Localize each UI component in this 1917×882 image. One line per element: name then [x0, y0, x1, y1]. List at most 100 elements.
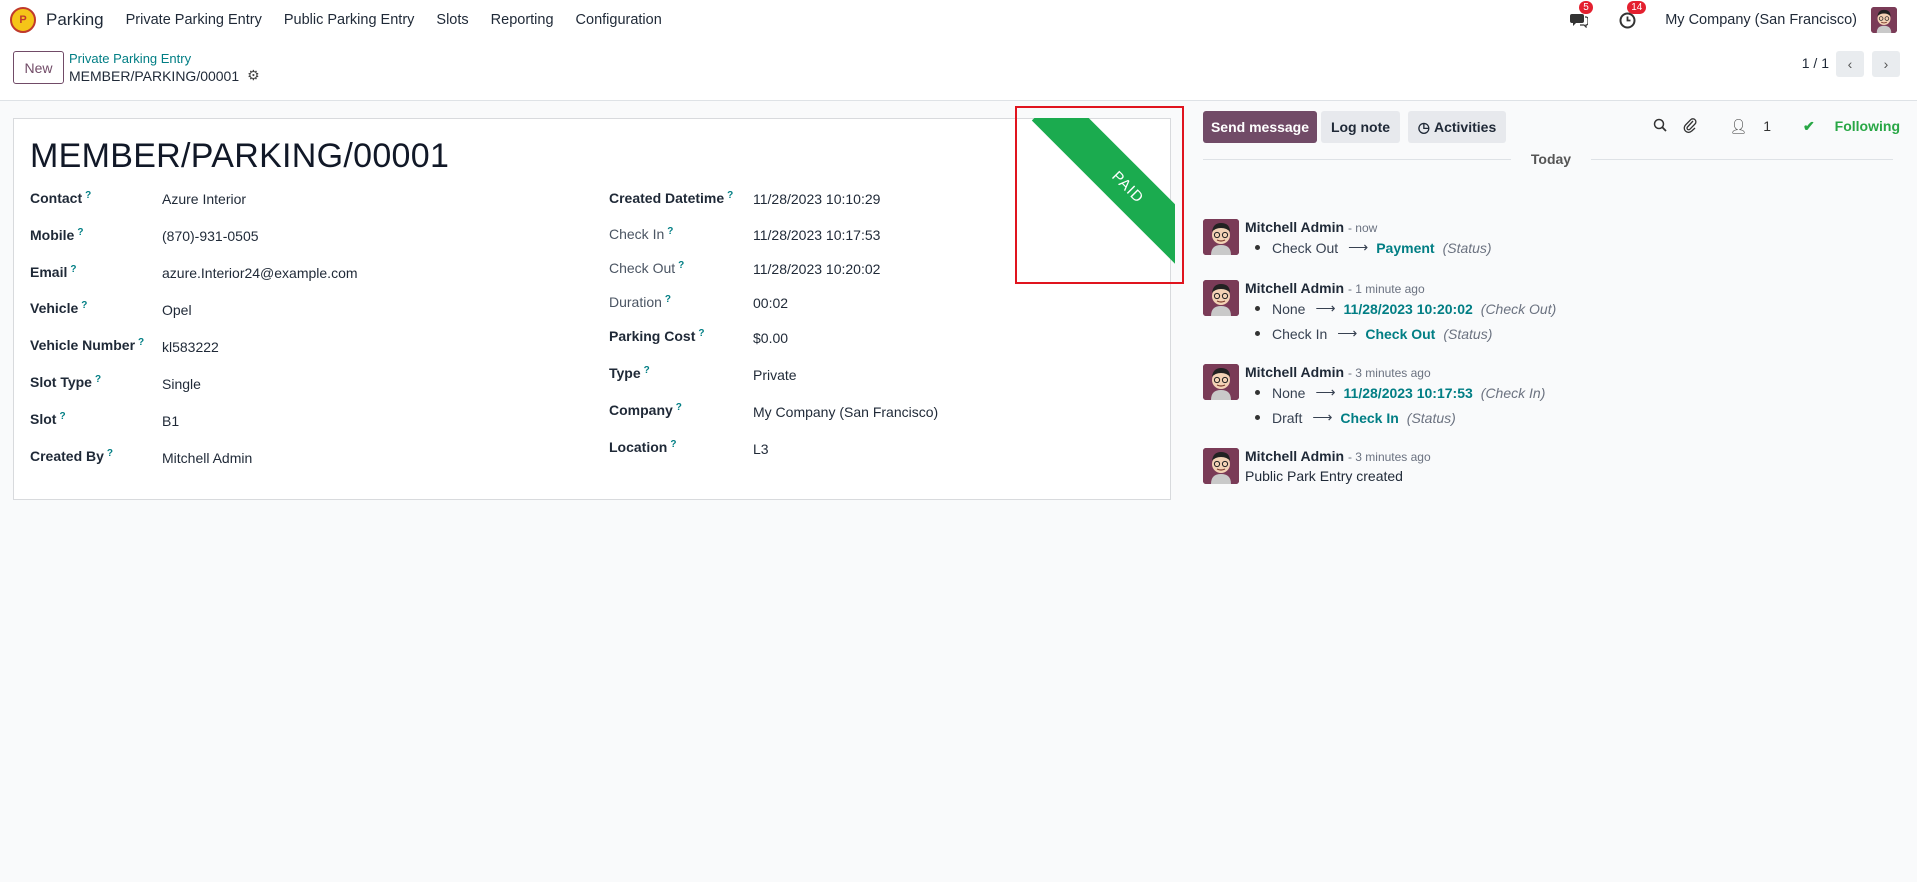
- label-contact-text: Contact: [30, 190, 83, 206]
- new-button[interactable]: New: [13, 51, 64, 84]
- label-slot-type-text: Slot Type: [30, 374, 92, 390]
- author-name[interactable]: Mitchell Admin: [1245, 219, 1344, 235]
- label-duration: Duration?: [609, 294, 671, 310]
- menu-configuration[interactable]: Configuration: [576, 12, 662, 28]
- contact-field[interactable]: Azure Interior: [162, 191, 246, 207]
- message-author: Mitchell Admin - 3 minutes ago: [1245, 364, 1431, 380]
- old-value: None: [1272, 300, 1306, 317]
- author-name[interactable]: Mitchell Admin: [1245, 280, 1344, 296]
- help-icon[interactable]: ?: [676, 402, 682, 413]
- menu-private-parking-entry[interactable]: Private Parking Entry: [126, 12, 262, 28]
- author-name[interactable]: Mitchell Admin: [1245, 364, 1344, 380]
- company-field[interactable]: My Company (San Francisco): [753, 404, 938, 420]
- parking-app-icon[interactable]: P: [10, 7, 36, 33]
- messages-badge: 5: [1579, 1, 1593, 14]
- location-field[interactable]: L3: [753, 441, 769, 457]
- label-check-in: Check In?: [609, 226, 673, 242]
- vehicle-field[interactable]: Opel: [162, 302, 192, 318]
- label-created-by-text: Created By: [30, 448, 104, 464]
- ribbon-clip: PAID: [1025, 118, 1175, 276]
- help-icon[interactable]: ?: [138, 337, 144, 348]
- label-email: Email?: [30, 264, 76, 280]
- help-icon[interactable]: ?: [95, 374, 101, 385]
- activities-label: Activities: [1433, 119, 1497, 135]
- label-created-by: Created By?: [30, 448, 113, 464]
- pager-previous-button[interactable]: ‹: [1836, 51, 1864, 77]
- label-vehicle-text: Vehicle: [30, 300, 79, 316]
- menu-public-parking-entry[interactable]: Public Parking Entry: [284, 12, 415, 28]
- company-switcher[interactable]: My Company (San Francisco): [1665, 12, 1857, 28]
- author-avatar[interactable]: [1203, 364, 1239, 400]
- slot-field[interactable]: B1: [162, 413, 179, 429]
- help-icon[interactable]: ?: [665, 294, 671, 305]
- arrow-right-icon: ⟶: [1312, 409, 1333, 425]
- old-value: Check Out: [1272, 239, 1339, 256]
- created-datetime-field[interactable]: 11/28/2023 10:10:29: [753, 191, 880, 207]
- menu-slots[interactable]: Slots: [436, 12, 468, 28]
- label-duration-text: Duration: [609, 294, 662, 310]
- mobile-field[interactable]: (870)-931-0505: [162, 228, 259, 244]
- vehicle-number-field[interactable]: kl583222: [162, 339, 219, 355]
- help-icon[interactable]: ?: [70, 264, 76, 275]
- today-separator: Today: [1203, 149, 1893, 169]
- parking-cost-field[interactable]: $0.00: [753, 330, 788, 346]
- help-icon[interactable]: ?: [59, 411, 65, 422]
- author-avatar[interactable]: [1203, 448, 1239, 484]
- new-value: 11/28/2023 10:17:53: [1343, 384, 1473, 401]
- label-check-out-text: Check Out: [609, 260, 676, 276]
- author-avatar[interactable]: [1203, 280, 1239, 316]
- following-label: Following: [1834, 118, 1900, 134]
- type-field[interactable]: Private: [753, 367, 797, 383]
- help-icon[interactable]: ?: [670, 439, 676, 450]
- user-avatar[interactable]: [1871, 7, 1897, 33]
- activities-button[interactable]: ◷ Activities: [1408, 111, 1506, 143]
- messages-icon[interactable]: 5: [1569, 1, 1593, 30]
- gear-icon[interactable]: ⚙: [247, 67, 260, 84]
- followers-button[interactable]: 👤︎ 1: [1713, 118, 1771, 135]
- duration-field: 00:02: [753, 295, 789, 311]
- chevron-left-icon: ‹: [1847, 56, 1853, 72]
- help-icon[interactable]: ?: [698, 328, 704, 339]
- help-icon[interactable]: ?: [85, 190, 91, 201]
- author-name[interactable]: Mitchell Admin: [1245, 448, 1344, 464]
- log-note-button[interactable]: Log note: [1321, 111, 1400, 143]
- created-by-field[interactable]: Mitchell Admin: [162, 450, 252, 466]
- activities-clock-icon[interactable]: 14: [1617, 1, 1647, 30]
- label-vehicle: Vehicle?: [30, 300, 87, 316]
- breadcrumb-parent-link[interactable]: Private Parking Entry: [69, 51, 191, 66]
- help-icon[interactable]: ?: [107, 448, 113, 459]
- arrow-right-icon: ⟶: [1315, 384, 1336, 400]
- pager-next-button[interactable]: ›: [1872, 51, 1900, 77]
- help-icon[interactable]: ?: [644, 365, 650, 376]
- label-check-out: Check Out?: [609, 260, 684, 276]
- activities-badge: 14: [1627, 1, 1647, 14]
- search-icon[interactable]: [1653, 118, 1668, 135]
- label-created-datetime: Created Datetime?: [609, 190, 733, 206]
- paperclip-icon[interactable]: [1683, 117, 1697, 136]
- check-out-field: 11/28/2023 10:20:02: [753, 261, 881, 277]
- help-icon[interactable]: ?: [77, 227, 83, 238]
- email-field[interactable]: azure.Interior24@example.com: [162, 265, 358, 281]
- label-email-text: Email: [30, 264, 68, 280]
- breadcrumb-current-label: MEMBER/PARKING/00001: [69, 67, 240, 84]
- author-avatar[interactable]: [1203, 219, 1239, 255]
- today-label: Today: [1530, 151, 1572, 167]
- slot-type-field[interactable]: Single: [162, 376, 201, 392]
- label-parking-cost: Parking Cost?: [609, 328, 704, 344]
- pager-value[interactable]: 1 / 1: [1802, 55, 1829, 71]
- tracking-value: None ⟶ 11/28/2023 10:20:02 (Check Out): [1255, 300, 1556, 317]
- app-name[interactable]: Parking: [46, 10, 104, 30]
- following-button[interactable]: ✔ Following: [1787, 118, 1900, 135]
- help-icon[interactable]: ?: [667, 226, 673, 237]
- help-icon[interactable]: ?: [678, 260, 684, 271]
- bullet: [1255, 390, 1260, 395]
- help-icon[interactable]: ?: [81, 300, 87, 311]
- check-in-field: 11/28/2023 10:17:53: [753, 227, 881, 243]
- send-message-button[interactable]: Send message: [1203, 111, 1317, 143]
- bullet: [1255, 415, 1260, 420]
- arrow-right-icon: ⟶: [1348, 239, 1369, 255]
- menu-reporting[interactable]: Reporting: [491, 12, 554, 28]
- help-icon[interactable]: ?: [727, 190, 733, 201]
- label-created-datetime-text: Created Datetime: [609, 190, 725, 206]
- tracking-value: Check In ⟶ Check Out (Status): [1255, 325, 1492, 342]
